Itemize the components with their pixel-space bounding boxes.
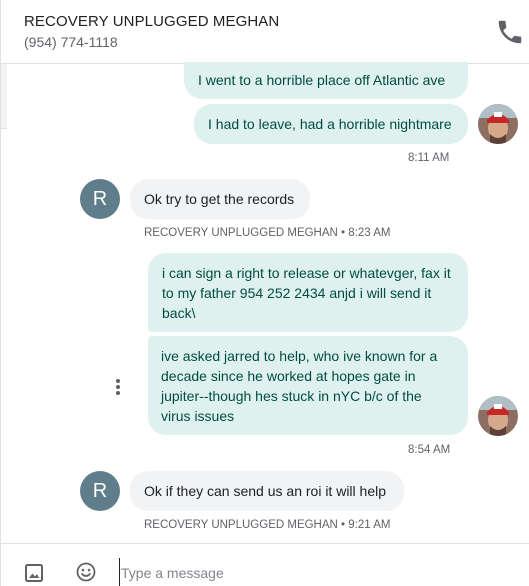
more-vert-icon	[116, 379, 120, 395]
user-avatar[interactable]	[478, 104, 518, 144]
emoji-button[interactable]	[74, 560, 98, 584]
call-button[interactable]	[495, 17, 525, 47]
message-bubble-incoming[interactable]: Ok if they can send us an roi it will he…	[130, 471, 404, 511]
emoji-icon	[76, 562, 96, 582]
message-text: i can sign a right to release or whatevg…	[162, 265, 451, 321]
list-edge	[1, 64, 7, 129]
message-bubble-outgoing[interactable]: I had to leave, had a horrible nightmare	[194, 104, 468, 144]
user-photo-icon	[478, 396, 518, 436]
message-bubble-outgoing[interactable]: ive asked jarred to help, who ive known …	[148, 336, 468, 435]
user-avatar[interactable]	[478, 396, 518, 436]
conversation-window: RECOVERY UNPLUGGED MEGHAN (954) 774-1118…	[0, 0, 529, 586]
message-sender-timestamp: RECOVERY UNPLUGGED MEGHAN • 8:23 AM	[144, 227, 391, 239]
user-photo-icon	[478, 104, 518, 144]
compose-bar	[1, 543, 529, 586]
attach-image-button[interactable]	[22, 561, 46, 585]
contact-name: RECOVERY UNPLUGGED MEGHAN	[24, 13, 280, 30]
message-timestamp: 8:11 AM	[408, 152, 450, 164]
phone-icon	[498, 20, 522, 44]
contact-avatar[interactable]: R	[80, 471, 120, 511]
message-text: I had to leave, had a horrible nightmare	[208, 116, 452, 132]
message-sender-timestamp: RECOVERY UNPLUGGED MEGHAN • 9:21 AM	[144, 519, 391, 531]
message-bubble-outgoing[interactable]: I went to a horrible place off Atlantic …	[184, 62, 468, 99]
image-icon	[25, 564, 43, 582]
message-bubble-incoming[interactable]: Ok try to get the records	[130, 179, 310, 219]
conversation-header: RECOVERY UNPLUGGED MEGHAN (954) 774-1118	[1, 0, 529, 64]
contact-phone: (954) 774-1118	[24, 34, 118, 50]
message-text: ive asked jarred to help, who ive known …	[161, 348, 438, 424]
message-text: Ok if they can send us an roi it will he…	[144, 483, 387, 499]
message-text: Ok try to get the records	[144, 191, 295, 207]
message-text: I went to a horrible place off Atlantic …	[198, 72, 446, 88]
message-timestamp: 8:54 AM	[408, 444, 451, 456]
message-bubble-outgoing[interactable]: i can sign a right to release or whatevg…	[148, 253, 468, 332]
contact-avatar[interactable]: R	[80, 179, 120, 219]
message-options-button[interactable]	[109, 374, 127, 400]
message-input[interactable]	[119, 558, 513, 586]
